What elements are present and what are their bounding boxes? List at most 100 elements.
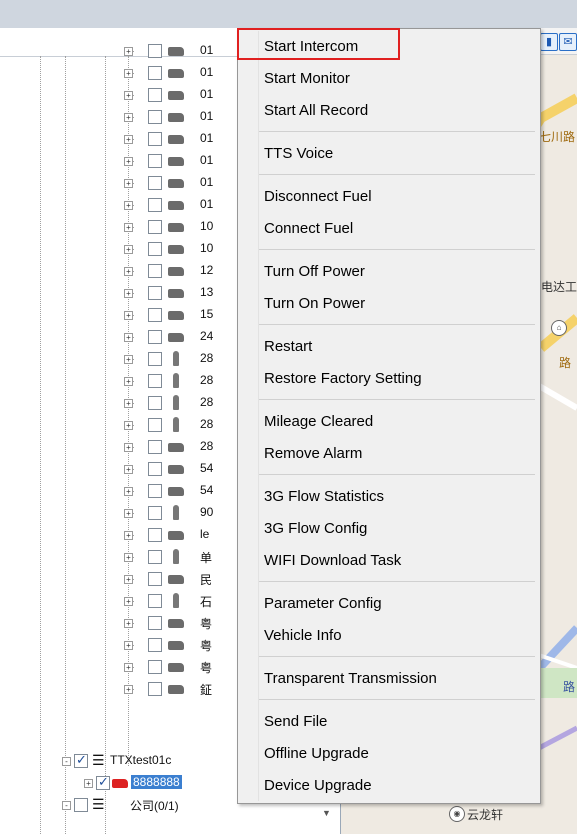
vehicle-checkbox[interactable] — [148, 44, 162, 58]
vehicle-checkbox[interactable] — [148, 132, 162, 146]
expand-icon[interactable]: + — [124, 663, 133, 672]
expand-icon[interactable]: + — [124, 223, 133, 232]
vehicle-label[interactable]: 13 — [200, 285, 213, 299]
expand-icon[interactable]: + — [124, 641, 133, 650]
poi-icon[interactable]: ⌂ — [551, 320, 567, 336]
device-label[interactable]: 8888888 — [131, 775, 182, 789]
vehicle-label[interactable]: 01 — [200, 109, 213, 123]
expand-icon[interactable]: + — [124, 575, 133, 584]
menu-item-start-monitor[interactable]: Start Monitor — [264, 70, 350, 87]
vehicle-checkbox[interactable] — [148, 462, 162, 476]
collapse-icon[interactable]: - — [62, 757, 71, 766]
expand-icon[interactable]: + — [124, 443, 133, 452]
expand-icon[interactable]: + — [124, 267, 133, 276]
expand-icon[interactable]: + — [124, 69, 133, 78]
vehicle-label[interactable]: 28 — [200, 417, 213, 431]
vehicle-checkbox[interactable] — [148, 286, 162, 300]
vehicle-label[interactable]: 粤 — [200, 659, 212, 676]
vehicle-checkbox[interactable] — [148, 374, 162, 388]
expand-icon[interactable]: + — [124, 333, 133, 342]
vehicle-label[interactable]: 石 — [200, 593, 212, 610]
expand-icon[interactable]: + — [124, 509, 133, 518]
vehicle-label[interactable]: 28 — [200, 395, 213, 409]
vehicle-label[interactable]: 28 — [200, 373, 213, 387]
menu-item-transparent-transmission[interactable]: Transparent Transmission — [264, 670, 437, 687]
vehicle-label[interactable]: 10 — [200, 219, 213, 233]
expand-icon[interactable]: + — [124, 157, 133, 166]
vehicle-checkbox[interactable] — [148, 66, 162, 80]
group-label[interactable]: 公司(0/1) — [130, 797, 179, 814]
vehicle-checkbox[interactable] — [148, 176, 162, 190]
expand-icon[interactable]: + — [84, 779, 93, 788]
menu-item-restore-factory-setting[interactable]: Restore Factory Setting — [264, 370, 422, 387]
vehicle-checkbox[interactable] — [148, 242, 162, 256]
vehicle-label[interactable]: 28 — [200, 439, 213, 453]
menu-item-vehicle-info[interactable]: Vehicle Info — [264, 627, 342, 644]
vehicle-checkbox[interactable] — [148, 528, 162, 542]
vehicle-label[interactable]: 24 — [200, 329, 213, 343]
scroll-down-icon[interactable]: ▼ — [322, 808, 331, 818]
vehicle-label[interactable]: 01 — [200, 87, 213, 101]
vehicle-checkbox[interactable] — [148, 88, 162, 102]
poi-icon[interactable]: ◉ — [449, 806, 465, 822]
vehicle-checkbox[interactable] — [148, 594, 162, 608]
vehicle-checkbox[interactable] — [148, 682, 162, 696]
expand-icon[interactable]: + — [124, 179, 133, 188]
vehicle-checkbox[interactable] — [148, 154, 162, 168]
expand-icon[interactable]: + — [124, 201, 133, 210]
vehicle-checkbox[interactable] — [148, 506, 162, 520]
expand-icon[interactable]: + — [124, 289, 133, 298]
expand-icon[interactable]: + — [124, 91, 133, 100]
group-label[interactable]: TTXtest01c — [110, 753, 171, 767]
vehicle-checkbox[interactable] — [148, 440, 162, 454]
vehicle-checkbox[interactable] — [148, 308, 162, 322]
vehicle-label[interactable]: 单 — [200, 549, 212, 566]
menu-item-start-all-record[interactable]: Start All Record — [264, 102, 368, 119]
expand-icon[interactable]: + — [124, 377, 133, 386]
expand-icon[interactable]: + — [124, 113, 133, 122]
menu-item-turn-on-power[interactable]: Turn On Power — [264, 295, 365, 312]
expand-icon[interactable]: + — [124, 421, 133, 430]
expand-icon[interactable]: + — [124, 685, 133, 694]
vehicle-checkbox[interactable] — [148, 572, 162, 586]
vehicle-label[interactable]: le — [200, 527, 209, 541]
vehicle-label[interactable]: 54 — [200, 461, 213, 475]
vehicle-checkbox[interactable] — [148, 616, 162, 630]
vehicle-checkbox[interactable] — [148, 198, 162, 212]
expand-icon[interactable]: + — [124, 311, 133, 320]
vehicle-checkbox[interactable] — [148, 660, 162, 674]
expand-icon[interactable]: + — [124, 531, 133, 540]
vehicle-checkbox[interactable] — [148, 638, 162, 652]
menu-item-send-file[interactable]: Send File — [264, 713, 327, 730]
vehicle-checkbox[interactable] — [148, 220, 162, 234]
vehicle-checkbox[interactable] — [148, 352, 162, 366]
vehicle-label[interactable]: 01 — [200, 65, 213, 79]
expand-icon[interactable]: + — [124, 399, 133, 408]
vehicle-label[interactable]: 54 — [200, 483, 213, 497]
expand-icon[interactable]: + — [124, 355, 133, 364]
vehicle-label[interactable]: 粤 — [200, 615, 212, 632]
vehicle-checkbox[interactable] — [148, 484, 162, 498]
vehicle-label[interactable]: 民 — [200, 571, 212, 588]
expand-icon[interactable]: + — [124, 245, 133, 254]
menu-item-restart[interactable]: Restart — [264, 338, 312, 355]
menu-item-mileage-cleared[interactable]: Mileage Cleared — [264, 413, 373, 430]
menu-item-turn-off-power[interactable]: Turn Off Power — [264, 263, 365, 280]
vehicle-checkbox[interactable] — [148, 396, 162, 410]
vehicle-label[interactable]: 鉦 — [200, 681, 212, 698]
vehicle-checkbox[interactable] — [148, 330, 162, 344]
vehicle-checkbox[interactable] — [148, 418, 162, 432]
vehicle-label[interactable]: 15 — [200, 307, 213, 321]
vehicle-label[interactable]: 01 — [200, 43, 213, 57]
expand-icon[interactable]: + — [124, 487, 133, 496]
vehicle-label[interactable]: 01 — [200, 131, 213, 145]
menu-item-disconnect-fuel[interactable]: Disconnect Fuel — [264, 188, 372, 205]
device-checkbox[interactable] — [96, 774, 110, 790]
menu-item-3g-flow-config[interactable]: 3G Flow Config — [264, 520, 367, 537]
expand-icon[interactable]: + — [124, 135, 133, 144]
menu-item-tts-voice[interactable]: TTS Voice — [264, 145, 333, 162]
expand-icon[interactable]: + — [124, 465, 133, 474]
group-checkbox[interactable] — [74, 798, 88, 812]
group-checkbox[interactable] — [74, 752, 88, 768]
menu-item-offline-upgrade[interactable]: Offline Upgrade — [264, 745, 369, 762]
